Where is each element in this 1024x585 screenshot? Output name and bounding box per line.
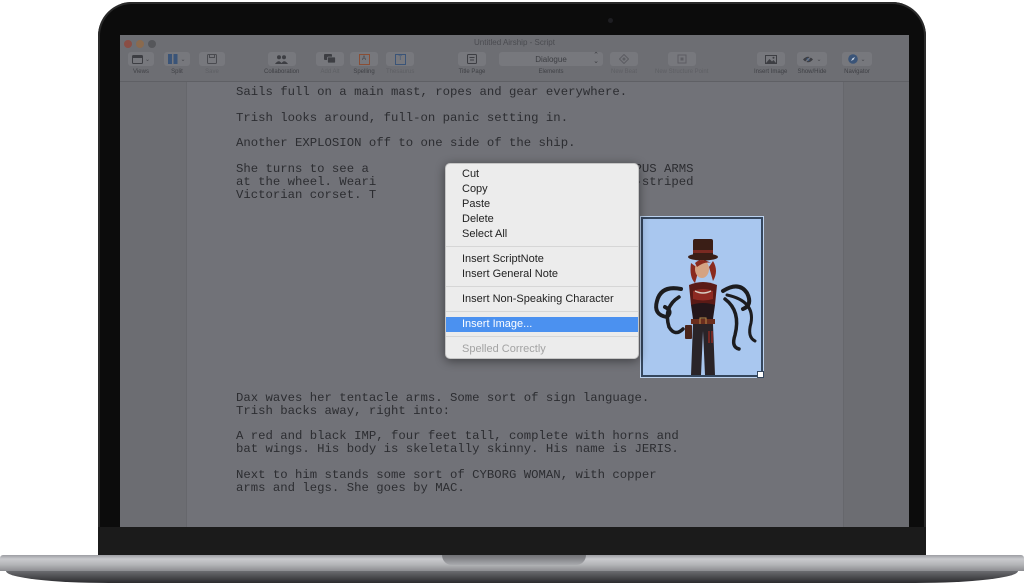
menu-item-cut[interactable]: Cut — [446, 167, 638, 182]
show-hide-button[interactable]: ⌄ — [797, 52, 827, 66]
elements-label: Elements — [538, 69, 564, 75]
elements-select[interactable]: Dialogue ⌃ ⌄ — [499, 52, 603, 66]
split-button[interactable]: ⌄ — [164, 52, 190, 66]
split-columns-icon — [168, 54, 178, 64]
thesaurus-button[interactable]: T — [386, 52, 415, 66]
menu-item-insert-general-note[interactable]: Insert General Note — [446, 267, 638, 282]
thesaurus-icon: T — [394, 53, 406, 65]
script-paragraph[interactable]: A red and black IMP, four feet tall, com… — [236, 430, 679, 456]
menu-item-copy[interactable]: Copy — [446, 182, 638, 197]
menu-separator — [446, 286, 638, 287]
compass-icon — [848, 54, 859, 64]
collaboration-toolbar-item[interactable]: Collaboration — [264, 52, 299, 75]
people-icon — [275, 54, 289, 64]
new-structure-point-toolbar-item[interactable]: New Structure Point — [655, 52, 708, 75]
navigator-button[interactable]: ⌄ — [842, 52, 872, 66]
menu-separator — [446, 246, 638, 247]
menu-item-insert-scriptnote[interactable]: Insert ScriptNote — [446, 252, 638, 267]
script-paragraph[interactable]: Trish looks around, full-on panic settin… — [236, 112, 568, 125]
views-button[interactable]: ⌄ — [128, 52, 154, 66]
title-page-label: Title Page — [458, 69, 486, 75]
spelling-toolbar-item[interactable]: A Spelling — [350, 52, 378, 75]
window-layout-icon — [131, 54, 143, 64]
menu-separator — [446, 336, 638, 337]
new-structure-point-label: New Structure Point — [655, 69, 709, 75]
script-paragraph[interactable]: Sails full on a main mast, ropes and gea… — [236, 86, 627, 99]
show-hide-toolbar-item[interactable]: ⌄ Show/Hide — [797, 52, 827, 75]
resize-handle[interactable] — [757, 371, 764, 378]
insert-image-button[interactable] — [756, 52, 785, 66]
beat-diamond-icon — [619, 54, 629, 64]
title-page-button[interactable] — [458, 52, 486, 66]
elements-value: Dialogue — [535, 54, 567, 64]
add-alt-label: Add Alt — [320, 69, 340, 75]
collaboration-label: Collaboration — [264, 69, 300, 75]
menu-item-insert-image[interactable]: Insert Image... — [446, 317, 638, 332]
chevron-down-icon: ⌄ — [860, 56, 866, 63]
elements-toolbar-item[interactable]: Dialogue ⌃ ⌄ Elements — [499, 52, 603, 75]
title-page-icon — [467, 54, 477, 64]
right-gutter — [843, 82, 909, 527]
menu-item-delete[interactable]: Delete — [446, 212, 638, 227]
split-label: Split — [171, 69, 183, 75]
add-alt-button[interactable] — [316, 52, 344, 66]
laptop-base-bottom — [6, 571, 1018, 583]
new-beat-button[interactable] — [610, 52, 638, 66]
context-menu: Cut Copy Paste Delete Select All Insert … — [445, 163, 639, 359]
menu-separator — [446, 311, 638, 312]
steampunk-character-illustration — [654, 239, 757, 375]
save-icon — [207, 54, 217, 64]
thesaurus-toolbar-item[interactable]: T Thesaurus — [386, 52, 414, 75]
spelling-icon: A — [358, 53, 370, 65]
save-toolbar-item[interactable]: Save — [199, 52, 225, 75]
script-paragraph[interactable]: Dax waves her tentacle arms. Some sort o… — [236, 392, 649, 418]
script-paragraph[interactable]: Another EXPLOSION off to one side of the… — [236, 137, 575, 150]
laptop-bezel-chin — [98, 527, 926, 555]
camera — [608, 18, 613, 23]
views-toolbar-item[interactable]: ⌄ Views — [128, 52, 154, 75]
insert-image-label: Insert Image — [754, 69, 788, 75]
new-beat-toolbar-item[interactable]: New Beat — [610, 52, 638, 75]
script-paragraph[interactable]: Next to him stands some sort of CYBORG W… — [236, 469, 657, 495]
new-beat-label: New Beat — [610, 69, 637, 75]
menu-item-select-all[interactable]: Select All — [446, 227, 638, 242]
views-label: Views — [133, 69, 149, 75]
structure-point-icon — [677, 54, 687, 64]
split-toolbar-item[interactable]: ⌄ Split — [164, 52, 190, 75]
save-button[interactable] — [199, 52, 225, 66]
thesaurus-label: Thesaurus — [386, 69, 415, 75]
navigator-label: Navigator — [844, 69, 870, 75]
spelling-label: Spelling — [353, 69, 375, 75]
new-structure-point-button[interactable] — [667, 52, 696, 66]
inserted-image[interactable] — [640, 216, 764, 378]
speech-bubbles-icon — [324, 54, 336, 64]
insert-image-toolbar-item[interactable]: Insert Image — [754, 52, 787, 75]
image-icon — [764, 54, 777, 64]
menu-item-spelled-correctly: Spelled Correctly — [462, 343, 546, 355]
chevron-down-icon: ⌄ — [144, 56, 151, 63]
window-titlebar: Untitled Airship - Script ⌄ Views ⌄ Spli… — [120, 35, 909, 82]
save-label: Save — [205, 69, 219, 75]
menu-item-insert-non-speaking-character[interactable]: Insert Non-Speaking Character — [446, 292, 638, 307]
window-title: Untitled Airship - Script — [474, 38, 555, 47]
left-gutter — [120, 82, 186, 527]
screen: Untitled Airship - Script ⌄ Views ⌄ Spli… — [120, 35, 909, 527]
title-page-toolbar-item[interactable]: Title Page — [458, 52, 486, 75]
show-hide-label: Show/Hide — [797, 69, 827, 75]
laptop-notch — [442, 555, 586, 565]
chevron-down-icon: ⌄ — [180, 56, 186, 63]
updown-chevron-icon: ⌃ ⌄ — [593, 52, 599, 65]
spelling-button[interactable]: A — [350, 52, 378, 66]
navigator-toolbar-item[interactable]: ⌄ Navigator — [842, 52, 872, 75]
collaboration-button[interactable] — [267, 52, 296, 66]
add-alt-toolbar-item[interactable]: Add Alt — [316, 52, 344, 75]
chevron-down-icon: ⌄ — [816, 56, 822, 63]
menu-item-paste[interactable]: Paste — [446, 197, 638, 212]
eye-slash-icon — [803, 54, 814, 64]
